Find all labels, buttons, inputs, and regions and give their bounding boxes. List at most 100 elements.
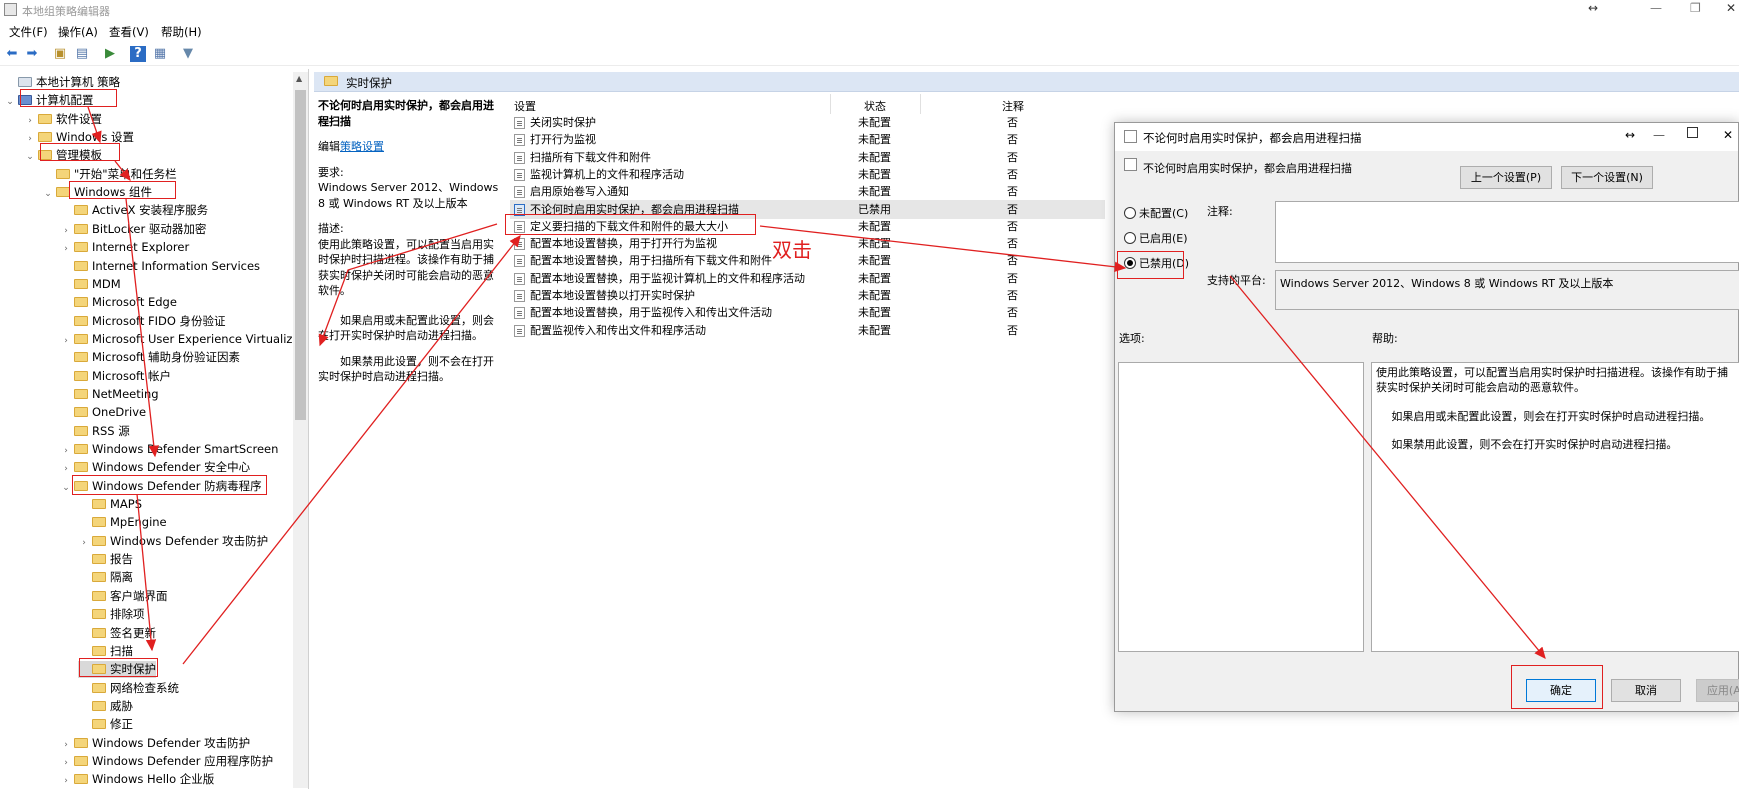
forward-icon[interactable]: ➡ (24, 46, 40, 62)
policy-row[interactable]: 监视计算机上的文件和程序活动 未配置 否 (510, 165, 1105, 184)
policy-row[interactable]: 关闭实时保护 未配置 否 (510, 113, 1105, 132)
expand-icon[interactable]: › (60, 461, 72, 478)
tree-item[interactable]: › Internet Explorer (60, 239, 189, 256)
col-note[interactable]: 注释 (1002, 98, 1024, 114)
tree-item[interactable]: › Windows Defender 安全中心 (60, 459, 250, 476)
export-icon[interactable]: ▶ (102, 46, 118, 62)
tree-item[interactable]: MAPS (78, 496, 142, 513)
col-divider[interactable] (920, 94, 921, 114)
tree-item[interactable]: 签名更新 (78, 625, 156, 642)
radio-circle[interactable] (1124, 232, 1136, 244)
policy-row[interactable]: 打开行为监视 未配置 否 (510, 130, 1105, 149)
filter-icon[interactable]: ▼ (180, 46, 196, 62)
help-pane: 使用此策略设置，可以配置当启用实时保护时扫描进程。该操作有助于捕获实时保护关闭时… (1371, 362, 1739, 652)
expand-icon[interactable]: › (60, 333, 72, 350)
col-setting[interactable]: 设置 (514, 98, 536, 114)
expand-icon[interactable]: › (60, 755, 72, 772)
edit-policy-link[interactable]: 策略设置 (340, 140, 384, 153)
col-state[interactable]: 状态 (864, 98, 886, 114)
tree-item[interactable]: Microsoft 帐户 (60, 368, 171, 385)
tree-item-label: Microsoft FIDO 身份验证 (92, 313, 226, 328)
folder-icon (92, 572, 106, 583)
policy-row[interactable]: 扫描所有下载文件和附件 未配置 否 (510, 148, 1105, 167)
tree-scrollbar[interactable]: ▲ (293, 72, 308, 788)
tree-item[interactable]: RSS 源 (60, 423, 130, 440)
tree-item[interactable]: MDM (60, 276, 121, 293)
tree-item[interactable]: › Microsoft User Experience Virtualizati (60, 331, 307, 348)
radio-circle[interactable] (1124, 207, 1136, 219)
tree-item[interactable]: Microsoft Edge (60, 294, 177, 311)
tree-item[interactable]: Microsoft 辅助身份验证因素 (60, 349, 240, 366)
tree-item[interactable]: › Windows Defender 攻击防护 (78, 533, 268, 550)
platform-field: Windows Server 2012、Windows 8 或 Windows … (1275, 270, 1739, 310)
resize-icon[interactable]: ↔ (1588, 1, 1598, 15)
expand-icon[interactable]: › (60, 241, 72, 258)
policy-row[interactable]: 启用原始卷写入通知 未配置 否 (510, 182, 1105, 201)
tree-item[interactable]: Microsoft FIDO 身份验证 (60, 313, 226, 330)
close-button[interactable]: ✕ (1726, 1, 1736, 15)
menu-view[interactable]: 查看(V) (109, 24, 149, 40)
back-icon[interactable]: ⬅ (4, 46, 20, 62)
close-button[interactable]: ✕ (1723, 128, 1733, 142)
resize-icon[interactable]: ↔ (1625, 128, 1635, 142)
show-tree-icon[interactable]: ▤ (74, 46, 90, 62)
collapse-icon[interactable]: ⌄ (60, 480, 72, 497)
tree-item[interactable]: 客户端界面 (78, 588, 168, 605)
tree-item[interactable]: › Windows Defender 应用程序防护 (60, 753, 273, 770)
up-folder-icon[interactable]: ▣ (52, 46, 68, 62)
tree-item[interactable]: › BitLocker 驱动器加密 (60, 221, 206, 238)
tree-item[interactable]: › Windows Hello 企业版 (60, 771, 214, 788)
properties-icon[interactable]: ▦ (152, 46, 168, 62)
menu-action[interactable]: 操作(A) (58, 24, 98, 40)
maximize-button[interactable]: ❐ (1690, 1, 1701, 15)
help-icon[interactable]: ? (130, 46, 146, 62)
minimize-button[interactable]: — (1653, 128, 1665, 142)
maximize-button[interactable] (1687, 127, 1698, 138)
col-divider[interactable] (830, 94, 831, 114)
tree-item[interactable]: › Windows Defender 攻击防护 (60, 735, 250, 752)
collapse-icon[interactable]: ⌄ (42, 186, 54, 203)
expand-icon[interactable]: › (78, 535, 90, 552)
expand-icon[interactable]: › (60, 737, 72, 754)
next-setting-button[interactable]: 下一个设置(N) (1561, 166, 1653, 189)
expand-icon[interactable]: › (24, 113, 36, 130)
expand-icon[interactable]: › (60, 223, 72, 240)
policy-state: 未配置 (858, 237, 891, 251)
scroll-thumb[interactable] (295, 90, 306, 420)
tree-item[interactable]: 报告 (78, 551, 133, 568)
minimize-button[interactable]: — (1650, 1, 1662, 15)
policy-row[interactable]: 配置本地设置替换，用于监视计算机上的文件和程序活动 未配置 否 (510, 269, 1105, 288)
tree-item[interactable]: 隔离 (78, 569, 133, 586)
tree-item[interactable]: MpEngine (78, 514, 167, 531)
policy-state: 未配置 (858, 289, 891, 302)
tree-item[interactable]: 网络检查系统 (78, 680, 179, 697)
apply-button[interactable]: 应用(A) (1696, 679, 1739, 702)
expand-icon[interactable]: › (60, 443, 72, 460)
policy-row[interactable]: 配置本地设置替换，用于监视传入和传出文件活动 未配置 否 (510, 303, 1105, 322)
tree-item[interactable]: OneDrive (60, 404, 146, 421)
tree-item[interactable]: NetMeeting (60, 386, 159, 403)
collapse-icon[interactable]: ⌄ (4, 94, 16, 111)
highlight-computer-config (20, 89, 117, 107)
expand-icon[interactable]: › (60, 773, 72, 789)
tree-item[interactable]: 排除项 (78, 606, 145, 623)
menu-file[interactable]: 文件(F) (9, 24, 48, 40)
tree-item[interactable]: 修正 (78, 716, 133, 733)
prev-setting-button[interactable]: 上一个设置(P) (1460, 166, 1552, 189)
comment-field[interactable] (1275, 201, 1739, 263)
tree-item[interactable]: Internet Information Services (60, 258, 260, 275)
tree-item[interactable]: › Windows Defender SmartScreen (60, 441, 278, 458)
policy-row[interactable]: 配置监视传入和传出文件和程序活动 未配置 否 (510, 321, 1105, 340)
radio-not-configured[interactable]: 未配置(C) (1124, 207, 1188, 221)
menu-help[interactable]: 帮助(H) (161, 24, 202, 40)
tree-item[interactable]: ActiveX 安装程序服务 (60, 202, 208, 219)
expand-icon[interactable]: › (24, 131, 36, 148)
scroll-up-icon[interactable]: ▲ (296, 74, 302, 83)
collapse-icon[interactable]: ⌄ (24, 149, 36, 166)
cancel-button[interactable]: 取消 (1611, 679, 1681, 702)
radio-enabled[interactable]: 已启用(E) (1124, 232, 1188, 246)
policy-row[interactable]: 配置本地设置替换以打开实时保护 未配置 否 (510, 286, 1105, 305)
menu-bar: 文件(F) 操作(A) 查看(V) 帮助(H) (0, 21, 1739, 41)
tree-item[interactable]: 威胁 (78, 698, 133, 715)
tree-item[interactable]: › 软件设置 (24, 111, 102, 128)
